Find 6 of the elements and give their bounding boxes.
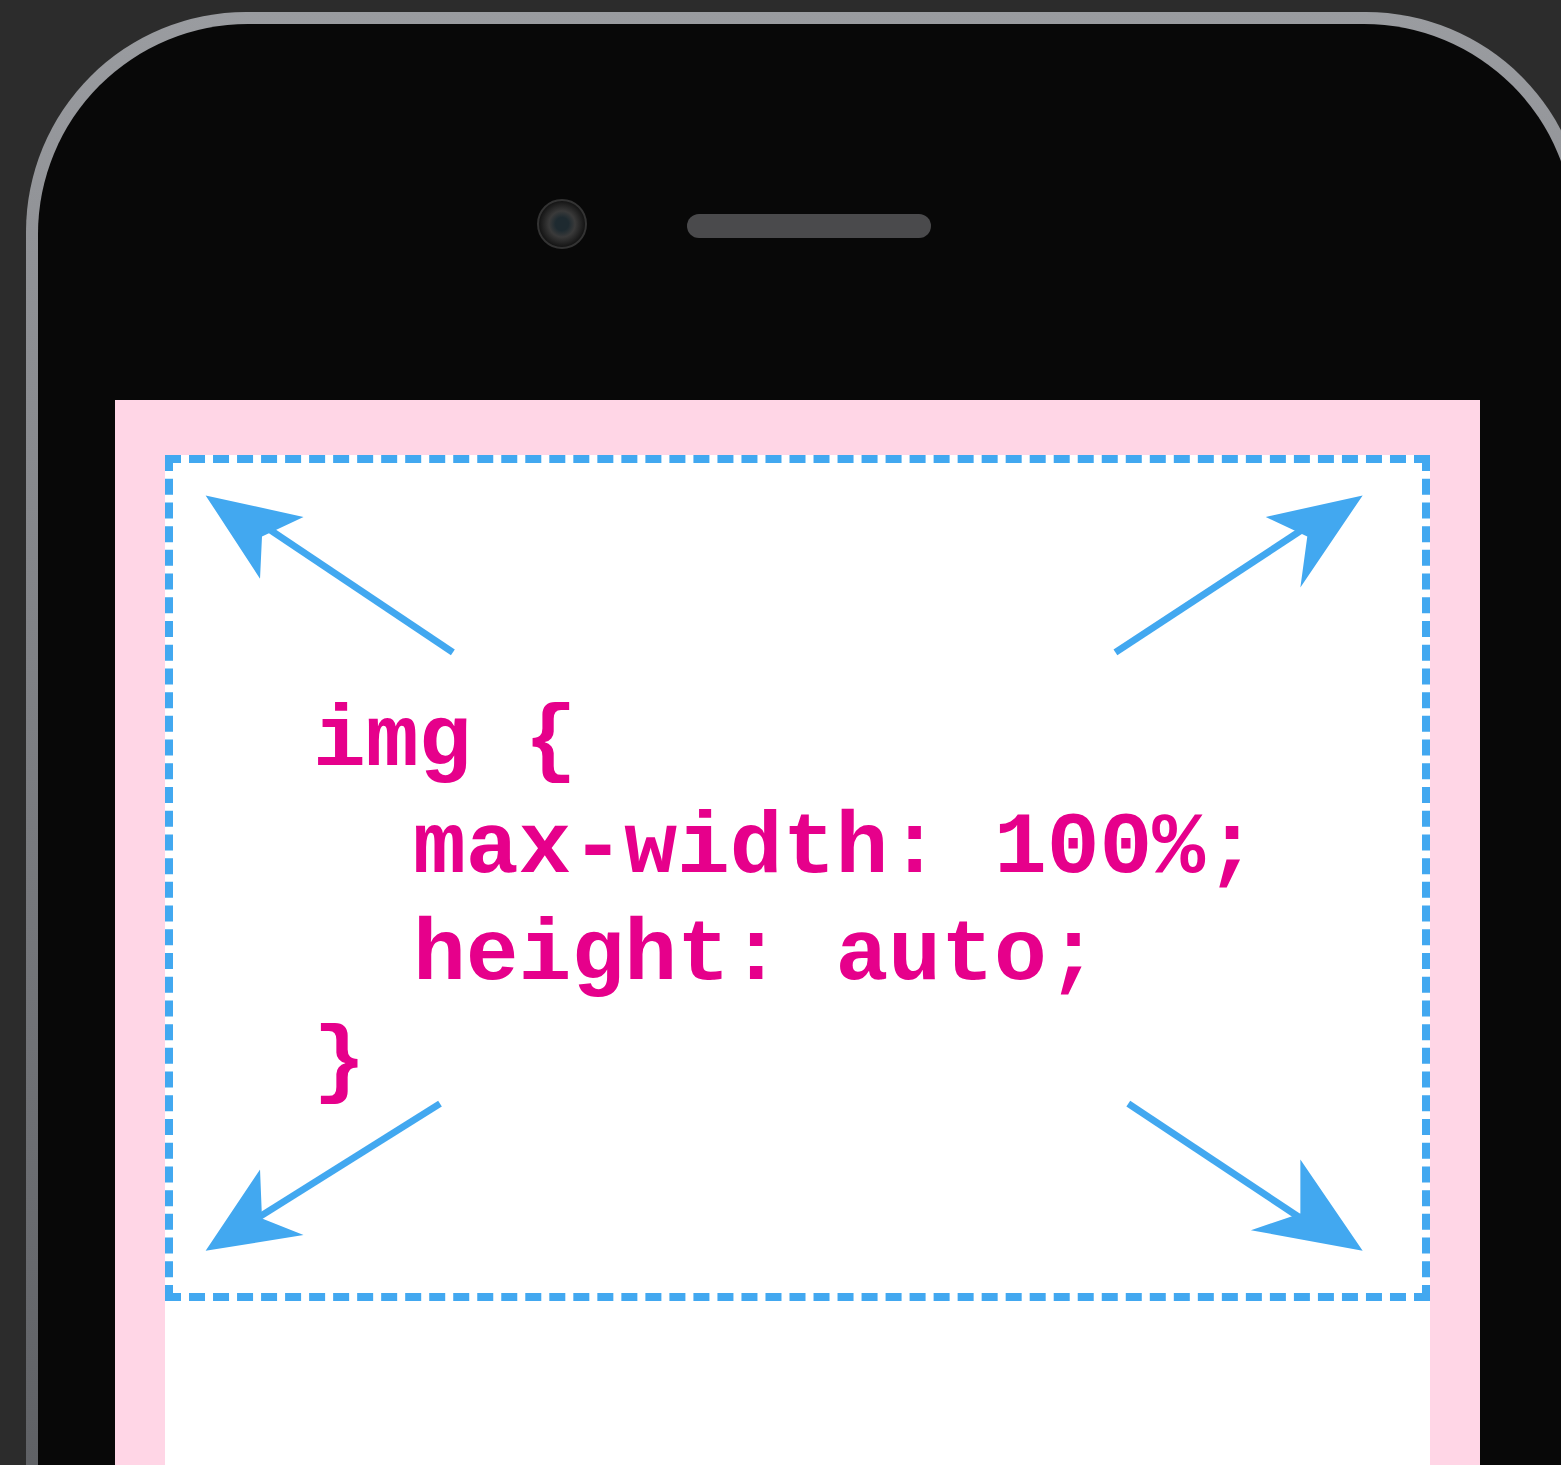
camera-icon: [537, 199, 587, 249]
code-line: }: [313, 1012, 366, 1114]
speaker-icon: [687, 214, 931, 238]
code-line: height: auto;: [413, 905, 1100, 1007]
code-line: img {: [313, 691, 578, 793]
code-line: max-width: 100%;: [413, 798, 1258, 900]
